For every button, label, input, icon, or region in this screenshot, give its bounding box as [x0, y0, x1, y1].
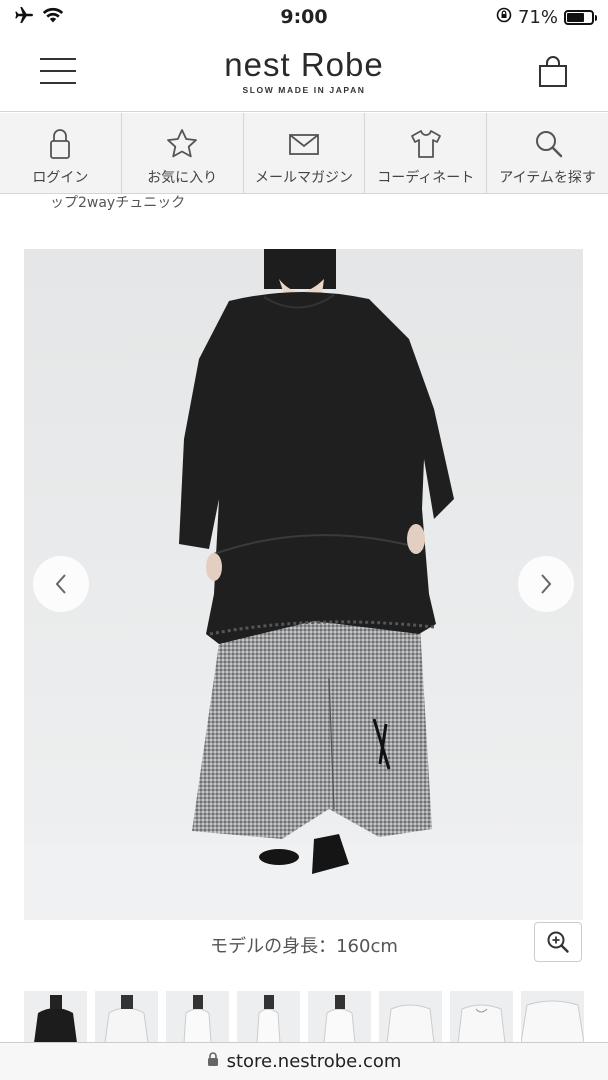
thumbnail[interactable] [521, 991, 584, 1043]
tshirt-icon [410, 130, 441, 158]
nav-coordinate[interactable]: コーディネート [365, 113, 488, 193]
nav-login-label: ログイン [32, 170, 89, 186]
model-height: モデルの身長：160cm [210, 936, 398, 957]
clock: 9:00 [280, 6, 328, 28]
product-name-partial: ップ2wayチュニック [50, 195, 186, 211]
nav-favorites[interactable]: お気に入り [122, 113, 244, 193]
chevron-right-icon [541, 574, 552, 594]
product-photo[interactable] [24, 249, 583, 920]
lock-icon [207, 1051, 219, 1072]
airplane-icon [14, 6, 34, 29]
wifi-icon [42, 6, 64, 28]
envelope-icon [289, 134, 319, 155]
lock-icon [50, 129, 71, 159]
nav-newsletter-label: メールマガジン [254, 170, 353, 186]
carousel-next-button[interactable] [518, 556, 574, 612]
zoom-in-icon [547, 931, 569, 953]
nav-search[interactable]: アイテムを探す [487, 113, 608, 193]
thumbnail[interactable] [166, 991, 229, 1043]
nav-newsletter[interactable]: メールマガジン [244, 113, 366, 193]
thumbnail[interactable] [24, 991, 87, 1043]
quick-nav: ログイン お気に入り メールマガジン コーディネート アイテムを探す [0, 113, 608, 194]
nav-coordinate-label: コーディネート [377, 170, 475, 186]
rotation-lock-icon [496, 7, 512, 28]
battery-percent: 71% [517, 6, 558, 28]
zoom-button[interactable] [534, 922, 582, 962]
thumbnail[interactable] [450, 991, 513, 1043]
thumbnail[interactable] [95, 991, 158, 1043]
status-bar: 9:00 71% [0, 0, 608, 34]
thumbnail[interactable] [379, 991, 442, 1043]
brand-logo[interactable]: nest Robe SLOW MADE IN JAPAN [0, 48, 608, 95]
url-text: store.nestrobe.com [226, 1051, 402, 1072]
battery-level [566, 12, 585, 22]
nav-favorites-label: お気に入り [147, 170, 218, 186]
thumbnail-strip [24, 991, 584, 1043]
nav-search-label: アイテムを探す [499, 170, 596, 186]
star-icon [167, 129, 198, 158]
site-header: nest Robe SLOW MADE IN JAPAN [0, 34, 608, 112]
chevron-left-icon [55, 574, 66, 594]
nav-login[interactable]: ログイン [0, 113, 122, 193]
product-photo-image [24, 249, 583, 920]
thumbnail[interactable] [237, 991, 300, 1043]
shopping-bag-icon[interactable] [538, 56, 568, 88]
thumbnail[interactable] [308, 991, 371, 1043]
carousel-prev-button[interactable] [33, 556, 89, 612]
brand-tagline: SLOW MADE IN JAPAN [242, 85, 366, 95]
search-icon [535, 131, 562, 158]
brand-name: nest Robe [224, 46, 384, 83]
browser-url-bar[interactable]: store.nestrobe.com [0, 1042, 608, 1080]
battery-icon [563, 9, 597, 25]
